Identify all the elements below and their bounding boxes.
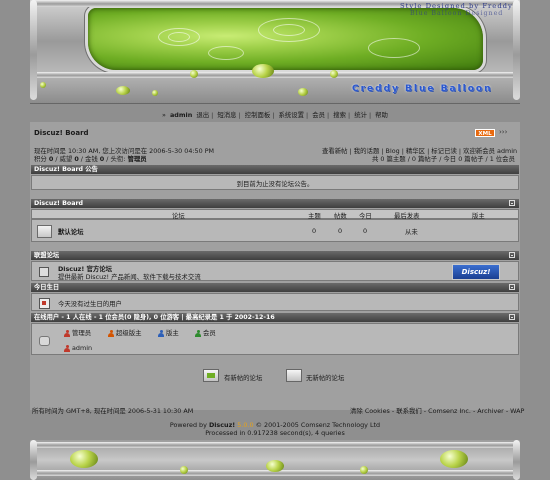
birthday-header-label: 今日生日 — [34, 284, 60, 291]
birthday-row: 今天没有过生日的用户 — [31, 293, 519, 311]
announcement-header-label: Discuz! Board 公告 — [34, 166, 98, 173]
super-mod-user-icon — [108, 329, 114, 337]
forum-table-header: 论坛 主题 帖数 今日 最后发表 版主 — [31, 209, 519, 220]
money-label: / 金钱 — [78, 155, 100, 163]
nav-item-messages[interactable]: 短消息 — [216, 111, 237, 119]
legend-admin: 管理员 — [64, 328, 91, 337]
nav-username[interactable]: admin — [169, 111, 193, 119]
xml-feed-badge[interactable]: XML — [475, 129, 495, 137]
legend-mod: 版主 — [158, 328, 179, 337]
admin-user-icon — [64, 344, 70, 352]
board-title[interactable]: Discuz! Board — [34, 129, 89, 137]
more-arrows-icon[interactable]: ››› — [499, 128, 507, 136]
birthday-header: 今日生日 — [31, 283, 519, 292]
linked-forum-row: Discuz! 官方论坛 提供最新 Discuz! 产品新闻、软件下载与技术交流… — [31, 261, 519, 281]
site-logo[interactable]: Creddy Blue Balloon — [352, 84, 493, 94]
calendar-icon — [39, 298, 50, 309]
table-row: 默认论坛 0 0 0 从未 — [31, 219, 519, 242]
admin-user-icon — [64, 329, 70, 337]
nav-item-members[interactable]: 会员 — [311, 111, 326, 119]
forum-name[interactable]: 默认论坛 — [58, 227, 84, 236]
links-section-header: 联盟论坛 — [31, 251, 519, 260]
legend-admin-label: 管理员 — [72, 329, 92, 337]
online-header: 在线用户 - 1 人在线 - 1 位会员(0 隐身), 0 位游客 | 最高纪录… — [31, 313, 519, 322]
collapse-icon[interactable] — [509, 200, 515, 206]
footer-timezone: 所有时间为 GMT+8, 现在时间是 2006-5-31 10:30 AM — [32, 407, 194, 415]
forum-last-post: 从未 — [405, 228, 418, 236]
birthday-text: 今天没有过生日的用户 — [58, 300, 122, 308]
new-posts-folder-icon — [203, 369, 219, 382]
online-username[interactable]: admin — [72, 344, 92, 352]
linked-forum-desc: 提供最新 Discuz! 产品新闻、软件下载与技术交流 — [58, 273, 201, 281]
forum-today: 0 — [363, 227, 368, 235]
collapse-icon[interactable] — [509, 252, 515, 258]
powered-version: 5.0.0 — [237, 421, 254, 429]
legend-super-mod: 超级版主 — [108, 328, 142, 337]
banner-tagline-secondary: Blue Balloon Designed — [410, 10, 504, 17]
online-header-label: 在线用户 - 1 人在线 - 1 位会员(0 隐身), 0 位游客 | 最高纪录… — [34, 314, 275, 321]
user-prefix: » — [162, 111, 168, 119]
legend-new-posts: 有新帖的论坛 — [224, 374, 263, 382]
link-icon — [39, 267, 49, 277]
forum-topics: 0 — [312, 227, 317, 235]
announcement-text: 到目前为止没有论坛公告。 — [236, 180, 314, 188]
legend-member: 会员 — [195, 328, 216, 337]
member-user-icon — [195, 329, 201, 337]
banner-tagline: Style Designed by Freddy — [400, 2, 513, 10]
forum-section-header: Discuz! Board — [31, 199, 519, 208]
links-section-title: 联盟论坛 — [34, 252, 60, 259]
footer-links[interactable]: 清除 Cookies - 联系我们 - Comsenz Inc. - Archi… — [350, 406, 524, 415]
collapse-icon[interactable] — [509, 284, 515, 290]
nav-item-search[interactable]: 搜索 — [332, 111, 347, 119]
user-credits: 积分 0 / 威望 0 / 金钱 0 / 头衔: 管理员 — [34, 154, 147, 163]
top-navigation: » admin 退出 | 短消息 | 控制面板 | 系统设置 | 会员 | 搜索 | 统计 |… — [162, 111, 389, 119]
powered-prefix: Powered by — [169, 421, 209, 429]
forum-section-title[interactable]: Discuz! Board — [34, 200, 83, 207]
powered-by: Powered by Discuz! 5.0.0 © 2001-2005 Com… — [0, 421, 550, 429]
mod-user-icon — [158, 329, 164, 337]
online-user-item[interactable]: admin — [64, 344, 92, 352]
discuz-logo[interactable]: Discuz! — [452, 264, 500, 280]
announcement-header: Discuz! Board 公告 — [31, 165, 519, 174]
nav-item-logout[interactable]: 退出 — [195, 111, 210, 119]
prestige-label: / 威望 — [53, 155, 75, 163]
legend-super-mod-label: 超级版主 — [116, 329, 142, 337]
nav-item-stats[interactable]: 统计 — [353, 111, 368, 119]
nav-item-help[interactable]: 帮助 — [374, 111, 389, 119]
points-label: 积分 — [34, 155, 49, 163]
footer-decoration — [30, 440, 520, 480]
processed-info: Processed in 0.917238 second(s), 4 queri… — [205, 429, 345, 437]
nav-item-control-panel[interactable]: 控制面板 — [244, 111, 272, 119]
water-artwork — [88, 8, 483, 70]
rank-value: 管理员 — [127, 155, 147, 163]
forum-posts: 0 — [338, 227, 343, 235]
online-users-row: 管理员 超级版主 版主 会员 admin — [31, 323, 519, 355]
rank-label: / 头衔: — [104, 155, 128, 163]
copyright: © 2001-2005 Comsenz Technology Ltd — [255, 421, 381, 429]
online-icon — [39, 336, 50, 346]
collapse-icon[interactable] — [509, 314, 515, 320]
powered-name[interactable]: Discuz! — [209, 421, 235, 429]
legend-mod-label: 版主 — [166, 329, 179, 337]
no-new-posts-folder-icon — [286, 369, 302, 382]
legend-no-new-posts: 无新帖的论坛 — [306, 374, 345, 382]
announcement-row: 到目前为止没有论坛公告。 — [31, 175, 519, 190]
legend-member-label: 会员 — [203, 329, 216, 337]
forum-stats: 共 0 篇主题 / 0 篇帖子 / 今日 0 篇帖子 / 1 位会员 — [372, 155, 515, 163]
nav-item-system-settings[interactable]: 系统设置 — [277, 111, 305, 119]
forum-folder-icon — [37, 225, 52, 238]
